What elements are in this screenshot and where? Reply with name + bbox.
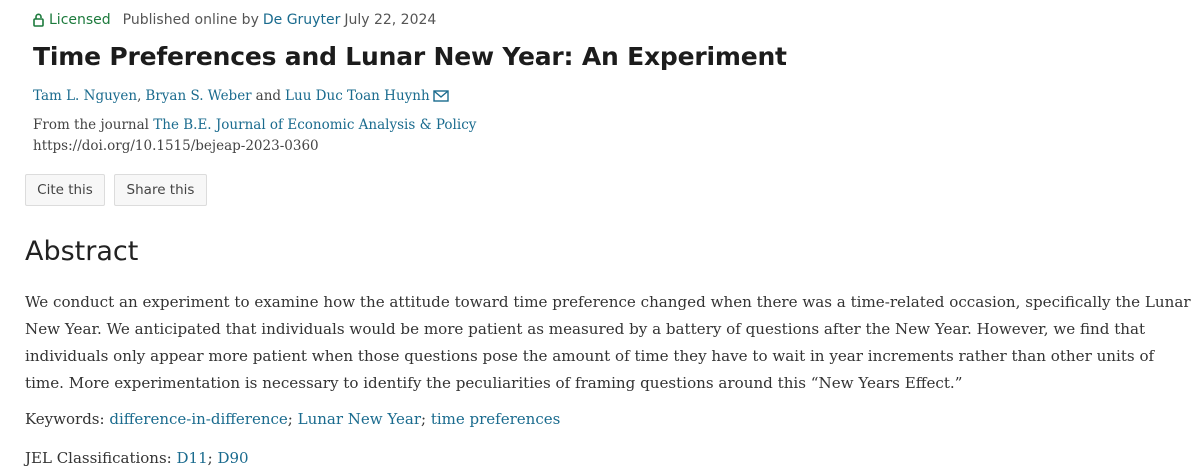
keyword-link[interactable]: difference-in-difference [109, 410, 287, 428]
journal-link[interactable]: The B.E. Journal of Economic Analysis & … [153, 117, 476, 133]
publisher-link[interactable]: De Gruyter [263, 12, 340, 28]
keywords-label: Keywords: [25, 410, 105, 428]
published-prefix: Published online by [122, 12, 259, 28]
jel-code-link[interactable]: D90 [217, 449, 248, 467]
doi-link[interactable]: https://doi.org/10.1515/bejeap-2023-0360 [33, 138, 319, 154]
envelope-icon[interactable] [432, 90, 449, 102]
keyword-link[interactable]: Lunar New Year [298, 410, 421, 428]
author-separator: and [255, 88, 282, 104]
author-link[interactable]: Bryan S. Weber [145, 88, 251, 104]
lock-open-icon [33, 13, 44, 27]
keyword-link[interactable]: time preferences [431, 410, 560, 428]
jel-line: JEL Classifications: D11; D90 [25, 449, 249, 467]
keyword-separator: ; [421, 410, 427, 428]
journal-line: From the journal The B.E. Journal of Eco… [33, 117, 476, 133]
author-link[interactable]: Tam L. Nguyen [33, 88, 137, 104]
author-link[interactable]: Luu Duc Toan Huynh [285, 88, 430, 104]
publication-meta: Licensed Published online by De Gruyter … [33, 12, 436, 28]
author-list: Tam L. Nguyen, Bryan S. Weber and Luu Du… [33, 88, 449, 104]
jel-label: JEL Classifications: [25, 449, 172, 467]
license-label: Licensed [49, 12, 111, 28]
jel-separator: ; [207, 449, 213, 467]
publication-date: July 22, 2024 [344, 12, 437, 28]
keyword-separator: ; [287, 410, 293, 428]
abstract-heading: Abstract [25, 236, 139, 267]
journal-prefix: From the journal [33, 117, 149, 133]
abstract-text: We conduct an experiment to examine how … [25, 293, 1191, 392]
jel-code-link[interactable]: D11 [177, 449, 208, 467]
cite-button[interactable]: Cite this [25, 174, 105, 206]
keywords-line: Keywords: difference-in-difference; Luna… [25, 410, 560, 428]
author-separator: , [137, 88, 142, 104]
article-title: Time Preferences and Lunar New Year: An … [33, 42, 787, 71]
share-button[interactable]: Share this [114, 174, 207, 206]
license-badge[interactable]: Licensed [33, 12, 111, 28]
